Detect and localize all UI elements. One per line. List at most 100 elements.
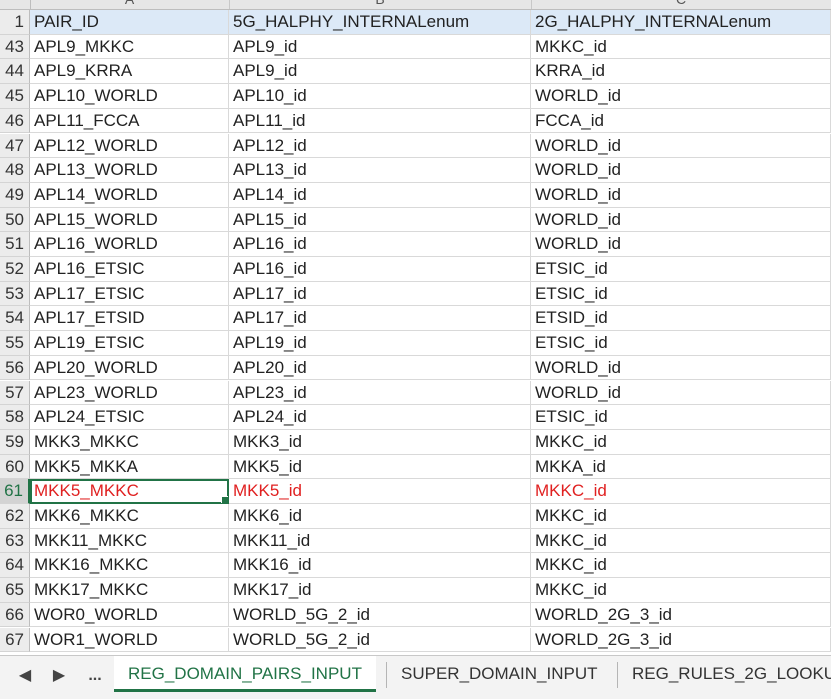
- row-number[interactable]: 1: [0, 10, 30, 35]
- tab-reg-domain-pairs-input[interactable]: REG_DOMAIN_PAIRS_INPUT: [114, 656, 376, 692]
- cell-pair-id[interactable]: APL17_ETSID: [30, 306, 229, 332]
- row-number[interactable]: 66: [0, 602, 30, 628]
- cell-pair-id[interactable]: WOR1_WORLD: [30, 627, 229, 653]
- cell-2g-enum[interactable]: MKKC_id: [531, 528, 831, 554]
- cell-5g-enum[interactable]: MKK6_id: [229, 504, 531, 529]
- cell-5g-enum[interactable]: APL17_id: [229, 281, 531, 307]
- cell-pair-id[interactable]: APL19_ETSIC: [30, 331, 229, 356]
- cell-2g-enum[interactable]: ETSIC_id: [531, 281, 831, 307]
- row-number[interactable]: 58: [0, 405, 30, 430]
- row-number[interactable]: 44: [0, 59, 30, 85]
- cell-pair-id[interactable]: MKK16_MKKC: [30, 553, 229, 579]
- cell-pair-id[interactable]: MKK5_MKKA: [30, 454, 229, 480]
- cell-5g-enum[interactable]: APL17_id: [229, 306, 531, 332]
- header-cell-2g-enum[interactable]: 2G_HALPHY_INTERNALenum: [531, 10, 831, 35]
- row-number[interactable]: 64: [0, 553, 30, 579]
- row-number[interactable]: 43: [0, 34, 30, 60]
- cell-2g-enum[interactable]: WORLD_id: [531, 380, 831, 406]
- row-number[interactable]: 67: [0, 627, 30, 653]
- row-number[interactable]: 52: [0, 257, 30, 282]
- cell-pair-id[interactable]: APL12_WORLD: [30, 133, 229, 159]
- cell-5g-enum[interactable]: MKK3_id: [229, 429, 531, 455]
- cell-pair-id[interactable]: APL11_FCCA: [30, 108, 229, 134]
- cell-2g-enum[interactable]: MKKC_id: [531, 429, 831, 455]
- cell-2g-enum[interactable]: MKKC_id: [531, 553, 831, 579]
- tab-scroll-left-icon[interactable]: ◀: [12, 656, 38, 699]
- row-number[interactable]: 55: [0, 331, 30, 356]
- cell-5g-enum[interactable]: MKK16_id: [229, 553, 531, 579]
- column-header-a[interactable]: A: [30, 0, 230, 9]
- tab-scroll-right-icon[interactable]: ▶: [46, 656, 72, 699]
- cell-5g-enum[interactable]: MKK5_id: [229, 454, 531, 480]
- cell-5g-enum[interactable]: APL19_id: [229, 331, 531, 356]
- select-all-corner[interactable]: [0, 0, 31, 9]
- row-number[interactable]: 61: [0, 479, 30, 504]
- row-number[interactable]: 60: [0, 454, 30, 480]
- cell-5g-enum[interactable]: APL9_id: [229, 34, 531, 60]
- cell-5g-enum[interactable]: APL12_id: [229, 133, 531, 159]
- cell-pair-id[interactable]: MKK11_MKKC: [30, 528, 229, 554]
- row-number[interactable]: 53: [0, 281, 30, 307]
- cell-5g-enum[interactable]: APL20_id: [229, 355, 531, 381]
- cell-5g-enum[interactable]: APL24_id: [229, 405, 531, 430]
- cell-pair-id[interactable]: APL23_WORLD: [30, 380, 229, 406]
- cell-5g-enum[interactable]: APL15_id: [229, 207, 531, 233]
- tab-reg-rules-2g-lookup[interactable]: REG_RULES_2G_LOOKU: [618, 656, 831, 692]
- cell-2g-enum[interactable]: KRRA_id: [531, 59, 831, 85]
- cell-2g-enum[interactable]: FCCA_id: [531, 108, 831, 134]
- row-number[interactable]: 62: [0, 504, 30, 529]
- row-number[interactable]: 56: [0, 355, 30, 381]
- cell-5g-enum[interactable]: MKK11_id: [229, 528, 531, 554]
- cell-pair-id[interactable]: MKK6_MKKC: [30, 504, 229, 529]
- row-number[interactable]: 46: [0, 108, 30, 134]
- cell-pair-id[interactable]: APL13_WORLD: [30, 158, 229, 183]
- cell-pair-id[interactable]: APL14_WORLD: [30, 182, 229, 208]
- header-cell-pair-id[interactable]: PAIR_ID: [30, 10, 229, 35]
- cell-2g-enum[interactable]: MKKC_id: [531, 34, 831, 60]
- cell-2g-enum[interactable]: WORLD_id: [531, 207, 831, 233]
- row-number[interactable]: 65: [0, 578, 30, 603]
- cell-2g-enum[interactable]: WORLD_id: [531, 182, 831, 208]
- cell-pair-id[interactable]: APL15_WORLD: [30, 207, 229, 233]
- header-cell-5g-enum[interactable]: 5G_HALPHY_INTERNALenum: [229, 10, 531, 35]
- row-number[interactable]: 47: [0, 133, 30, 159]
- row-number[interactable]: 51: [0, 232, 30, 257]
- cell-pair-id[interactable]: MKK5_MKKC: [30, 479, 229, 504]
- cell-5g-enum[interactable]: WORLD_5G_2_id: [229, 602, 531, 628]
- cell-2g-enum[interactable]: WORLD_2G_3_id: [531, 602, 831, 628]
- cell-2g-enum[interactable]: MKKC_id: [531, 479, 831, 504]
- cell-pair-id[interactable]: APL10_WORLD: [30, 84, 229, 109]
- cell-2g-enum[interactable]: WORLD_id: [531, 355, 831, 381]
- cell-2g-enum[interactable]: WORLD_id: [531, 158, 831, 183]
- cell-5g-enum[interactable]: APL16_id: [229, 257, 531, 282]
- tab-super-domain-input[interactable]: SUPER_DOMAIN_INPUT: [387, 656, 611, 692]
- row-number[interactable]: 59: [0, 429, 30, 455]
- cell-5g-enum[interactable]: APL14_id: [229, 182, 531, 208]
- cell-5g-enum[interactable]: WORLD_5G_2_id: [229, 627, 531, 653]
- cell-5g-enum[interactable]: APL11_id: [229, 108, 531, 134]
- cell-pair-id[interactable]: APL24_ETSIC: [30, 405, 229, 430]
- cell-5g-enum[interactable]: APL10_id: [229, 84, 531, 109]
- cell-5g-enum[interactable]: APL9_id: [229, 59, 531, 85]
- cell-2g-enum[interactable]: ETSIC_id: [531, 405, 831, 430]
- row-number[interactable]: 57: [0, 380, 30, 406]
- row-number[interactable]: 50: [0, 207, 30, 233]
- row-number[interactable]: 49: [0, 182, 30, 208]
- cell-pair-id[interactable]: APL9_MKKC: [30, 34, 229, 60]
- cell-2g-enum[interactable]: MKKC_id: [531, 504, 831, 529]
- cell-pair-id[interactable]: APL20_WORLD: [30, 355, 229, 381]
- cell-5g-enum[interactable]: APL23_id: [229, 380, 531, 406]
- cell-2g-enum[interactable]: WORLD_2G_3_id: [531, 627, 831, 653]
- cell-5g-enum[interactable]: MKK17_id: [229, 578, 531, 603]
- cell-2g-enum[interactable]: ETSIC_id: [531, 257, 831, 282]
- cell-2g-enum[interactable]: ETSIC_id: [531, 331, 831, 356]
- row-number[interactable]: 48: [0, 158, 30, 183]
- column-header-c[interactable]: C: [531, 0, 831, 9]
- column-header-b[interactable]: B: [229, 0, 532, 9]
- cell-pair-id[interactable]: MKK3_MKKC: [30, 429, 229, 455]
- cell-pair-id[interactable]: APL9_KRRA: [30, 59, 229, 85]
- cell-2g-enum[interactable]: ETSID_id: [531, 306, 831, 332]
- cell-2g-enum[interactable]: MKKA_id: [531, 454, 831, 480]
- row-number[interactable]: 54: [0, 306, 30, 332]
- cell-5g-enum[interactable]: APL13_id: [229, 158, 531, 183]
